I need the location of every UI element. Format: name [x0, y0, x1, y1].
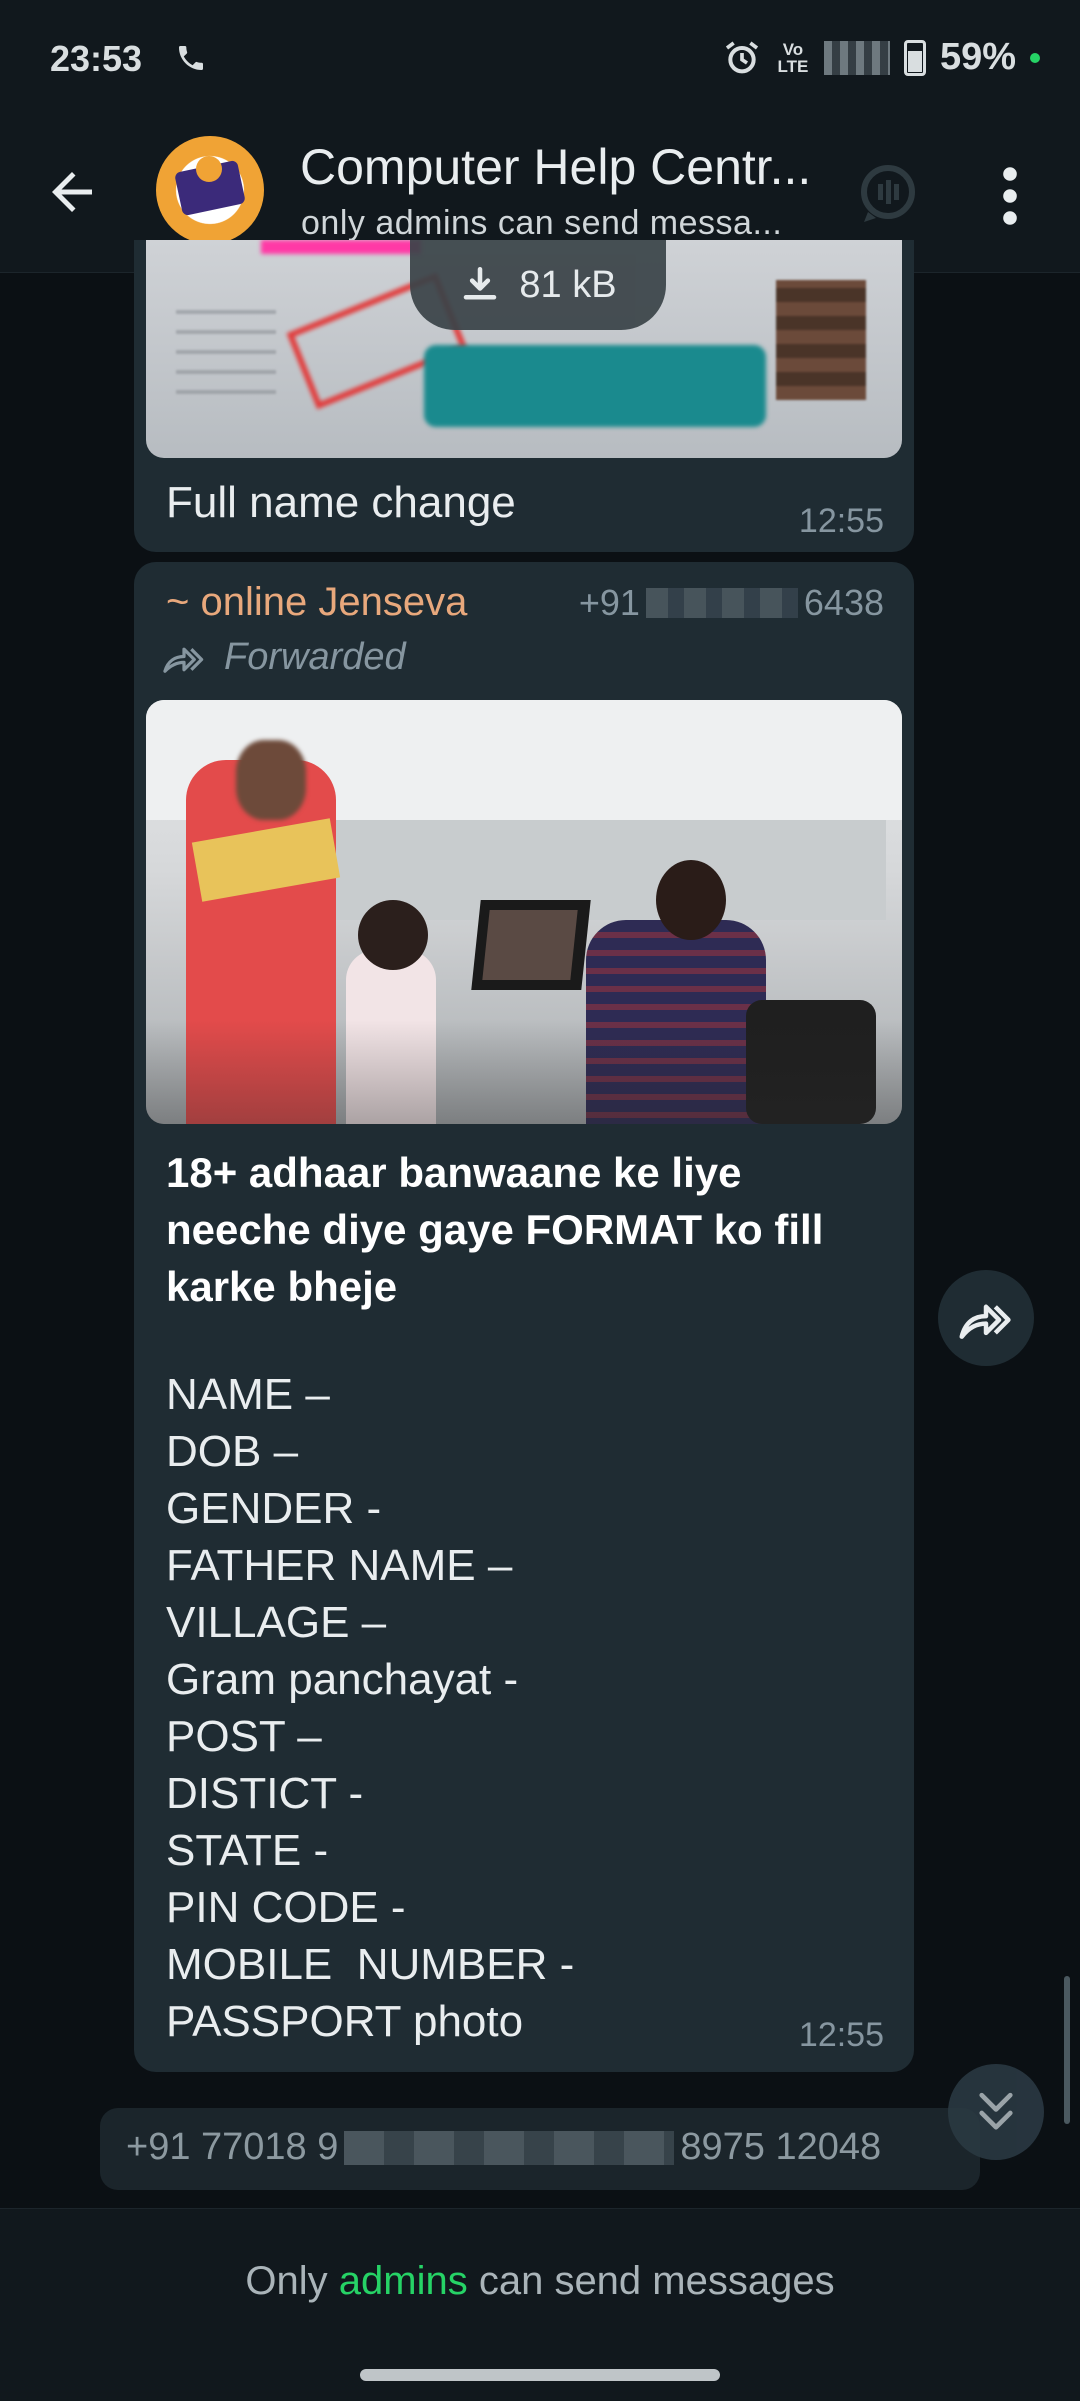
message-line: NAME –	[166, 1370, 330, 1419]
message-time: 12:55	[798, 2016, 884, 2054]
voice-chat-icon[interactable]	[856, 162, 920, 226]
group-title[interactable]: Computer Help Centr...	[300, 138, 820, 196]
admins-only-notice: Only admins can send messages	[245, 2259, 835, 2303]
sender-phone: +91 6438	[578, 582, 884, 623]
alarm-icon	[725, 41, 759, 73]
battery-icon	[903, 39, 926, 76]
download-size: 81 kB	[519, 263, 617, 306]
message-image[interactable]: 81 kB	[146, 240, 902, 458]
phone-icon	[179, 46, 203, 70]
message-body: NAME – DOB – GENDER - FATHER NAME – VILL…	[166, 1366, 574, 2050]
sender-name[interactable]: ~ online Jenseva	[166, 580, 467, 625]
message-bubble[interactable]: 81 kB Full name change 12:55	[134, 240, 914, 552]
message-line: FATHER NAME –	[166, 1541, 513, 1590]
message-bubble[interactable]: ~ online Jenseva +91 6438 Forwarded 18+ …	[134, 562, 914, 2072]
forward-icon	[959, 1304, 1011, 1339]
message-line: Gram panchayat -	[166, 1655, 519, 1704]
message-line: STATE -	[166, 1826, 329, 1875]
message-line: GENDER -	[166, 1484, 382, 1533]
message-text: +91 77018 9 8975 12048	[126, 2126, 882, 2168]
status-bar: 23:53 Vo LTE 59%	[0, 0, 1080, 120]
volte-indicator: Vo LTE	[777, 39, 809, 76]
forwarded-label: Forwarded	[162, 636, 406, 679]
status-icons: Vo LTE 59%	[722, 36, 1040, 79]
message-line: DOB –	[166, 1427, 299, 1476]
scroll-to-bottom-button[interactable]	[948, 2064, 1044, 2160]
message-line: DISTICT -	[166, 1769, 364, 1818]
scroll-down-icon	[979, 2092, 1013, 2130]
message-line: MOBILE NUMBER -	[166, 1940, 575, 1989]
redacted-block	[344, 2130, 675, 2165]
status-time: 23:53	[50, 38, 143, 79]
privacy-dot	[1030, 52, 1040, 63]
message-time: 12:55	[798, 502, 884, 540]
download-button[interactable]: 81 kB	[410, 240, 666, 330]
battery-percent: 59%	[939, 36, 1016, 78]
scrollbar[interactable]	[1064, 1976, 1070, 2124]
group-avatar[interactable]	[156, 136, 264, 244]
download-icon	[464, 266, 497, 300]
message-line: PASSPORT photo	[166, 1997, 524, 2046]
message-line: VILLAGE –	[166, 1598, 387, 1647]
message-headline: 18+ adhaar banwaane ke liye neeche diye …	[166, 1149, 824, 1310]
message-image[interactable]	[146, 700, 902, 1124]
forward-icon	[163, 647, 204, 673]
more-vert-icon[interactable]	[990, 164, 1030, 228]
message-line: POST –	[166, 1712, 322, 1761]
forward-button[interactable]	[938, 1270, 1034, 1366]
redacted-block	[645, 588, 798, 618]
back-arrow-icon[interactable]	[42, 162, 102, 222]
message-bubble[interactable]: +91 77018 9 8975 12048	[100, 2108, 980, 2190]
footer: Only admins can send messages	[0, 2208, 1080, 2401]
home-indicator[interactable]	[360, 2369, 720, 2381]
message-line: PIN CODE -	[166, 1883, 406, 1932]
signal-icon	[823, 40, 890, 75]
group-subtitle[interactable]: only admins can send messa...	[301, 204, 821, 243]
admins-link[interactable]: admins	[339, 2259, 468, 2303]
message-caption: Full name change	[166, 478, 516, 527]
